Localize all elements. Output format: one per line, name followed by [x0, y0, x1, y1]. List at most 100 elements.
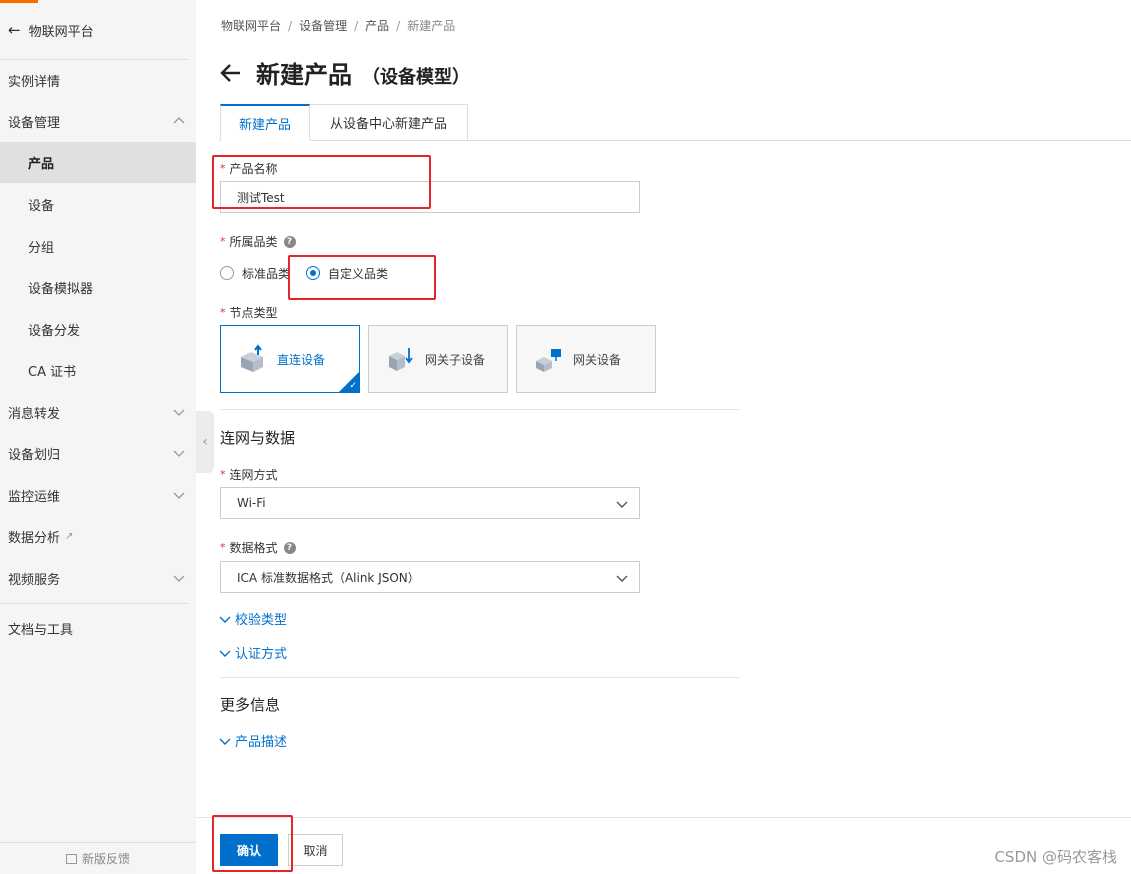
sidebar-divider: [0, 603, 188, 604]
chevron-down-icon: [219, 650, 231, 657]
sidebar-item-label: 消息转发: [8, 407, 61, 422]
brand-accent-bar: [0, 0, 38, 3]
sidebar-item-label: 文档与工具: [8, 623, 74, 638]
sidebar-item-video-service[interactable]: 视频服务: [0, 558, 196, 599]
sidebar-item-instance-detail[interactable]: 实例详情: [0, 60, 196, 101]
radio-label: 标准品类: [242, 266, 291, 281]
radio-standard-category[interactable]: 标准品类: [220, 265, 290, 281]
sidebar-collapse-handle[interactable]: ‹: [196, 411, 214, 473]
auth-method-toggle[interactable]: 认证方式: [219, 643, 287, 662]
footer-divider: [196, 817, 1131, 818]
product-desc-toggle[interactable]: 产品描述: [219, 731, 287, 750]
chevron-down-icon: [219, 616, 231, 623]
sidebar-item-label: 设备管理: [8, 116, 61, 131]
chevron-left-icon: ‹: [202, 434, 208, 450]
network-section-title: 连网与数据: [220, 429, 296, 447]
link-label: 认证方式: [235, 647, 288, 662]
category-label: * 所属品类 ?: [220, 233, 296, 250]
breadcrumb-separator: /: [288, 19, 293, 33]
direct-device-icon: [241, 344, 263, 372]
sidebar-item-label: 监控运维: [8, 490, 61, 505]
sidebar-item-label: 数据分析: [8, 531, 61, 546]
radio-circle: [220, 266, 234, 280]
link-label: 产品描述: [235, 735, 288, 750]
sidebar-item-device-assign[interactable]: 设备划归: [0, 433, 196, 474]
card-label: 直连设备: [277, 352, 326, 367]
checkmark-icon: ✓: [349, 381, 357, 391]
feedback-label: 新版反馈: [81, 852, 130, 866]
chevron-up-icon: [173, 117, 185, 124]
sidebar-item-label: 分组: [28, 241, 55, 256]
node-type-gateway-subdevice[interactable]: 网关子设备: [368, 325, 508, 393]
tab-from-device-center[interactable]: 从设备中心新建产品: [310, 104, 468, 141]
page-back-arrow-icon[interactable]: [219, 58, 243, 88]
sidebar-item-label: 设备: [28, 199, 55, 214]
verify-type-toggle[interactable]: 校验类型: [219, 609, 287, 628]
watermark: CSDN @码农客栈: [994, 848, 1117, 866]
annotation-box-product-name: [212, 155, 431, 209]
help-icon[interactable]: ?: [283, 235, 296, 248]
sidebar-item-label: 实例详情: [8, 75, 61, 90]
chevron-down-icon: [219, 738, 231, 745]
select-value: ICA 标准数据格式（Alink JSON）: [237, 570, 420, 585]
chevron-down-icon: [173, 492, 185, 499]
sidebar-item-docs-tools[interactable]: 文档与工具: [0, 608, 196, 649]
node-type-gateway-device[interactable]: 网关设备: [516, 325, 656, 393]
sidebar-item-data-analysis[interactable]: 数据分析 ↗: [0, 516, 196, 557]
sidebar-item-label: 设备模拟器: [28, 282, 94, 297]
breadcrumb-item[interactable]: 产品: [365, 19, 389, 33]
feedback-button[interactable]: 新版反馈: [0, 842, 196, 874]
breadcrumb: 物联网平台 / 设备管理 / 产品 / 新建产品: [221, 17, 455, 34]
section-divider: [220, 677, 740, 678]
network-method-label-text: 连网方式: [229, 468, 278, 482]
page-title: 新建产品 （设备模型）: [256, 55, 470, 90]
gateway-device-icon: [536, 349, 561, 372]
chevron-down-icon: [616, 575, 628, 582]
sidebar: ← 物联网平台 实例详情 设备管理 产品 设备 分组 设备模拟器 设备分发 CA…: [0, 0, 196, 874]
data-format-label-text: 数据格式: [229, 541, 278, 555]
link-label: 校验类型: [235, 613, 288, 628]
network-method-label: * 连网方式: [220, 466, 278, 483]
chevron-down-icon: [173, 575, 185, 582]
annotation-box-custom-category: [288, 255, 436, 300]
cancel-button[interactable]: 取消: [288, 834, 343, 866]
breadcrumb-item[interactable]: 设备管理: [299, 19, 347, 33]
sidebar-item-product[interactable]: 产品: [0, 142, 196, 183]
sidebar-item-device[interactable]: 设备: [0, 184, 196, 225]
more-info-section-title: 更多信息: [220, 696, 281, 714]
section-divider: [220, 409, 740, 410]
sidebar-item-label: CA 证书: [28, 365, 77, 380]
external-link-icon: ↗: [65, 531, 74, 542]
node-type-label: * 节点类型: [220, 304, 278, 321]
sidebar-back-link[interactable]: ← 物联网平台: [8, 20, 94, 40]
gateway-subdevice-icon: [389, 348, 413, 371]
sidebar-item-device-distribution[interactable]: 设备分发: [0, 309, 196, 350]
sidebar-item-label: 设备分发: [28, 324, 81, 339]
category-label-text: 所属品类: [229, 235, 278, 249]
breadcrumb-item[interactable]: 物联网平台: [221, 19, 281, 33]
select-value: Wi-Fi: [237, 496, 266, 510]
sidebar-item-group[interactable]: 分组: [0, 226, 196, 267]
required-mark: *: [220, 235, 226, 248]
breadcrumb-current: 新建产品: [407, 19, 456, 33]
required-mark: *: [220, 468, 226, 481]
sidebar-item-label: 视频服务: [8, 573, 61, 588]
sidebar-item-device-simulator[interactable]: 设备模拟器: [0, 267, 196, 308]
sidebar-item-ca-cert[interactable]: CA 证书: [0, 350, 196, 391]
node-type-direct-device[interactable]: 直连设备 ✓: [220, 325, 360, 393]
breadcrumb-separator: /: [354, 19, 359, 33]
data-format-select[interactable]: ICA 标准数据格式（Alink JSON）: [220, 561, 640, 593]
card-label: 网关子设备: [425, 352, 486, 367]
sidebar-item-monitoring[interactable]: 监控运维: [0, 475, 196, 516]
page-title-text: 新建产品: [256, 61, 352, 89]
tab-new-product[interactable]: 新建产品: [220, 104, 310, 141]
sidebar-item-message-forwarding[interactable]: 消息转发: [0, 392, 196, 433]
feedback-icon: [65, 853, 77, 864]
card-label: 网关设备: [573, 352, 622, 367]
required-mark: *: [220, 541, 226, 554]
sidebar-back-label: 物联网平台: [28, 24, 94, 40]
app-root: ← 物联网平台 实例详情 设备管理 产品 设备 分组 设备模拟器 设备分发 CA…: [0, 0, 1131, 874]
network-method-select[interactable]: Wi-Fi: [220, 487, 640, 519]
sidebar-item-device-management[interactable]: 设备管理: [0, 101, 196, 142]
help-icon[interactable]: ?: [283, 541, 296, 554]
